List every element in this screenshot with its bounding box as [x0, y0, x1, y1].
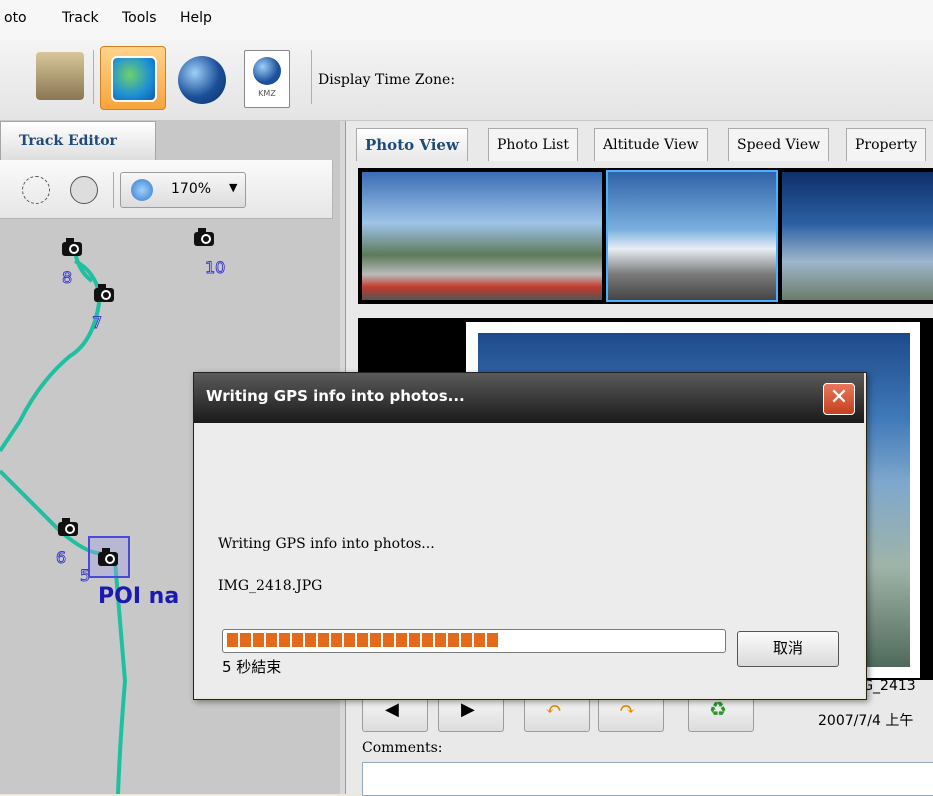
kmz-label: KMZ — [258, 89, 276, 98]
chevron-down-icon: ▼ — [229, 181, 238, 194]
map-icon[interactable] — [100, 46, 166, 110]
cancel-button[interactable]: 取消 — [737, 631, 839, 667]
photo-date: 2007/7/4 上午 — [818, 713, 914, 729]
dialog-message: Writing GPS info into photos... — [218, 536, 435, 552]
time-remaining: 5 秒結束 — [222, 658, 282, 676]
menu-help[interactable]: Help — [180, 10, 212, 26]
google-earth-icon[interactable] — [178, 56, 226, 104]
thumbnail[interactable] — [362, 172, 602, 300]
camera-icon[interactable] — [192, 226, 218, 248]
tab-track-editor[interactable]: Track Editor — [0, 121, 156, 160]
zoom-value: 170% — [171, 181, 212, 197]
camera-icon[interactable] — [60, 236, 86, 258]
toolbar-divider — [93, 50, 94, 104]
thumbnail-selected[interactable] — [606, 170, 778, 302]
zoom-fit-icon[interactable] — [70, 176, 98, 204]
rotate-left-icon: ↶ — [545, 697, 562, 721]
menu-bar: oto Track Tools Help — [0, 0, 933, 40]
tab-speed-view[interactable]: Speed View — [728, 128, 830, 161]
tab-photo-list[interactable]: Photo List — [488, 128, 578, 161]
poi-number: 5 — [79, 566, 91, 586]
toolbar-divider — [113, 172, 114, 208]
toolbar-divider — [311, 50, 312, 104]
kmz-icon[interactable]: KMZ — [244, 50, 290, 108]
zoom-dropdown[interactable]: 170% ▼ — [120, 172, 246, 208]
progress-fill — [227, 633, 499, 647]
poi-number: 7 — [91, 313, 103, 333]
close-icon[interactable]: ✕ — [823, 383, 855, 415]
timezone-label: Display Time Zone: — [318, 72, 456, 88]
selected-poi[interactable] — [88, 536, 130, 578]
photo-icon[interactable] — [36, 52, 84, 100]
poi-number: 6 — [55, 548, 67, 568]
zoom-icon — [131, 179, 153, 201]
poi-number: 8 — [61, 268, 73, 288]
tab-altitude-view[interactable]: Altitude View — [594, 128, 708, 161]
menu-photo[interactable]: oto — [4, 10, 27, 26]
tab-photo-view[interactable]: Photo View — [356, 128, 468, 161]
zoom-out-icon[interactable] — [22, 176, 50, 204]
menu-tools[interactable]: Tools — [122, 10, 157, 26]
thumbnail[interactable] — [782, 172, 933, 300]
next-icon: ▶ — [461, 699, 475, 720]
comments-input[interactable] — [362, 762, 933, 796]
menu-track[interactable]: Track — [62, 10, 99, 26]
camera-icon — [98, 548, 118, 566]
poi-number: 10 — [204, 258, 226, 278]
prev-icon: ◀ — [385, 699, 399, 720]
dialog-current-file: IMG_2418.JPG — [218, 578, 323, 594]
camera-icon[interactable] — [56, 516, 82, 538]
recycle-icon: ♻ — [709, 697, 727, 721]
comments-label: Comments: — [362, 740, 443, 756]
poi-label: POI na — [98, 584, 180, 609]
tab-property[interactable]: Property — [846, 128, 927, 161]
dialog-title: Writing GPS info into photos... — [206, 387, 465, 405]
rotate-right-icon: ↷ — [619, 697, 636, 721]
camera-icon[interactable] — [92, 282, 118, 304]
